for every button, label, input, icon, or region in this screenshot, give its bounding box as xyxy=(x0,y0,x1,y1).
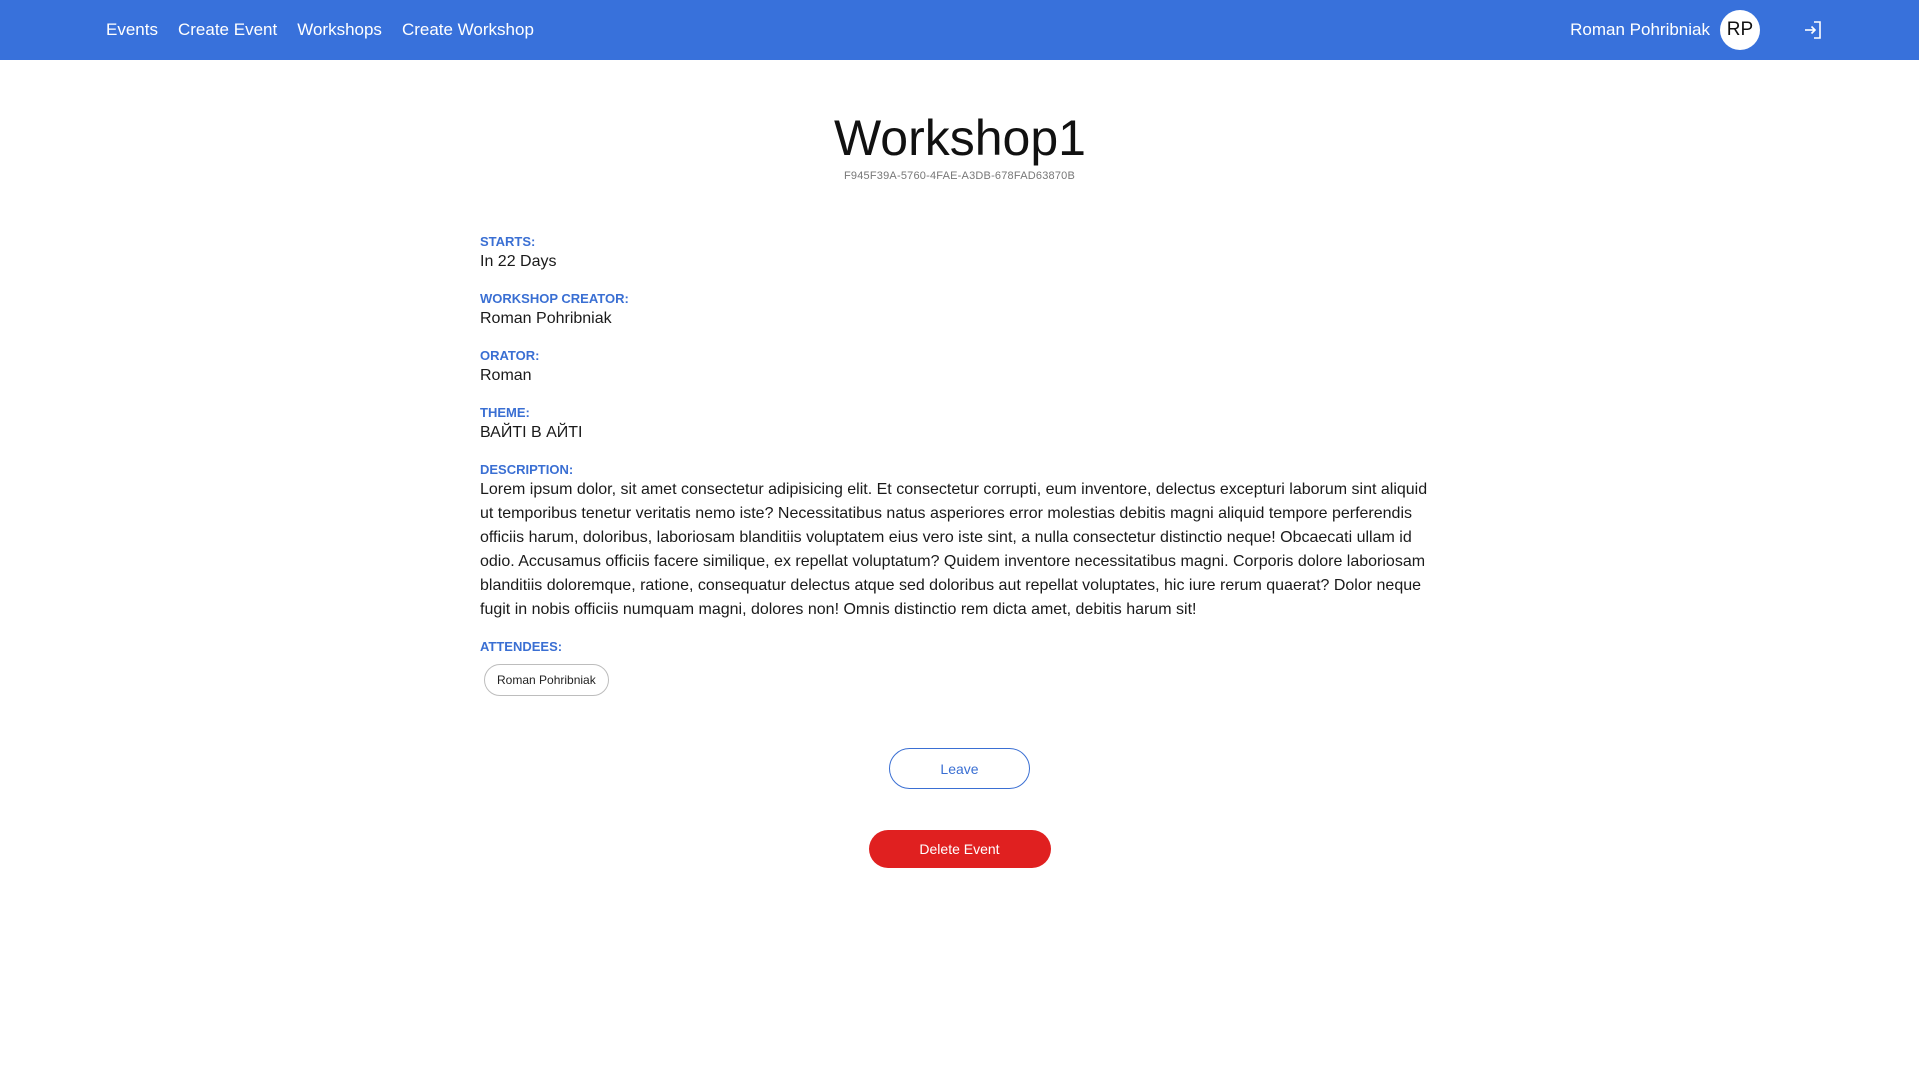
theme-value: ВАЙТІ В АЙТІ xyxy=(480,424,583,441)
nav-link-events[interactable]: Events xyxy=(106,20,158,40)
logout-button[interactable] xyxy=(1802,19,1824,41)
creator-label: WORKSHOP CREATOR: xyxy=(480,291,629,306)
nav-links: Events Create Event Workshops Create Wor… xyxy=(106,0,534,60)
nav-link-workshops[interactable]: Workshops xyxy=(297,20,382,40)
description-label: DESCRIPTION: xyxy=(480,462,574,477)
field-theme: THEME: ВАЙТІ В АЙТІ xyxy=(480,405,1440,445)
field-creator: WORKSHOP CREATOR: Roman Pohribniak xyxy=(480,291,1440,331)
description-value: Lorem ipsum dolor, sit amet consectetur … xyxy=(480,481,1428,618)
leave-button[interactable]: Leave xyxy=(889,748,1030,789)
attendee-chip[interactable]: Roman Pohribniak xyxy=(484,664,609,696)
field-description: DESCRIPTION: Lorem ipsum dolor, sit amet… xyxy=(480,462,1440,622)
avatar[interactable]: RP xyxy=(1720,10,1760,50)
field-starts: STARTS: In 22 Days xyxy=(480,234,1440,274)
nav-link-create-workshop[interactable]: Create Workshop xyxy=(402,20,534,40)
creator-value: Roman Pohribniak xyxy=(480,310,612,327)
workshop-header: Workshop1 F945F39A-5760-4FAE-A3DB-678FAD… xyxy=(0,108,1919,182)
attendees-label: ATTENDEES: xyxy=(480,639,563,654)
top-navbar: Events Create Event Workshops Create Wor… xyxy=(0,0,1919,60)
orator-label: ORATOR: xyxy=(480,348,540,363)
attendee-list: Roman Pohribniak xyxy=(480,664,1440,696)
logout-icon xyxy=(1805,21,1821,39)
user-area: Roman Pohribniak RP xyxy=(1570,0,1824,60)
field-orator: ORATOR: Roman xyxy=(480,348,1440,388)
theme-label: THEME: xyxy=(480,405,530,420)
orator-value: Roman xyxy=(480,367,532,384)
user-name[interactable]: Roman Pohribniak xyxy=(1570,20,1710,40)
starts-label: STARTS: xyxy=(480,234,536,249)
delete-event-button[interactable]: Delete Event xyxy=(868,830,1051,868)
workshop-id: F945F39A-5760-4FAE-A3DB-678FAD63870B xyxy=(844,170,1075,182)
starts-value: In 22 Days xyxy=(480,253,557,270)
field-attendees: ATTENDEES: Roman Pohribniak xyxy=(480,639,1440,696)
page-title: Workshop1 xyxy=(834,110,1086,166)
action-buttons: Leave Delete Event xyxy=(0,748,1919,868)
nav-link-create-event[interactable]: Create Event xyxy=(178,20,277,40)
workshop-details: STARTS: In 22 Days WORKSHOP CREATOR: Rom… xyxy=(480,234,1440,713)
